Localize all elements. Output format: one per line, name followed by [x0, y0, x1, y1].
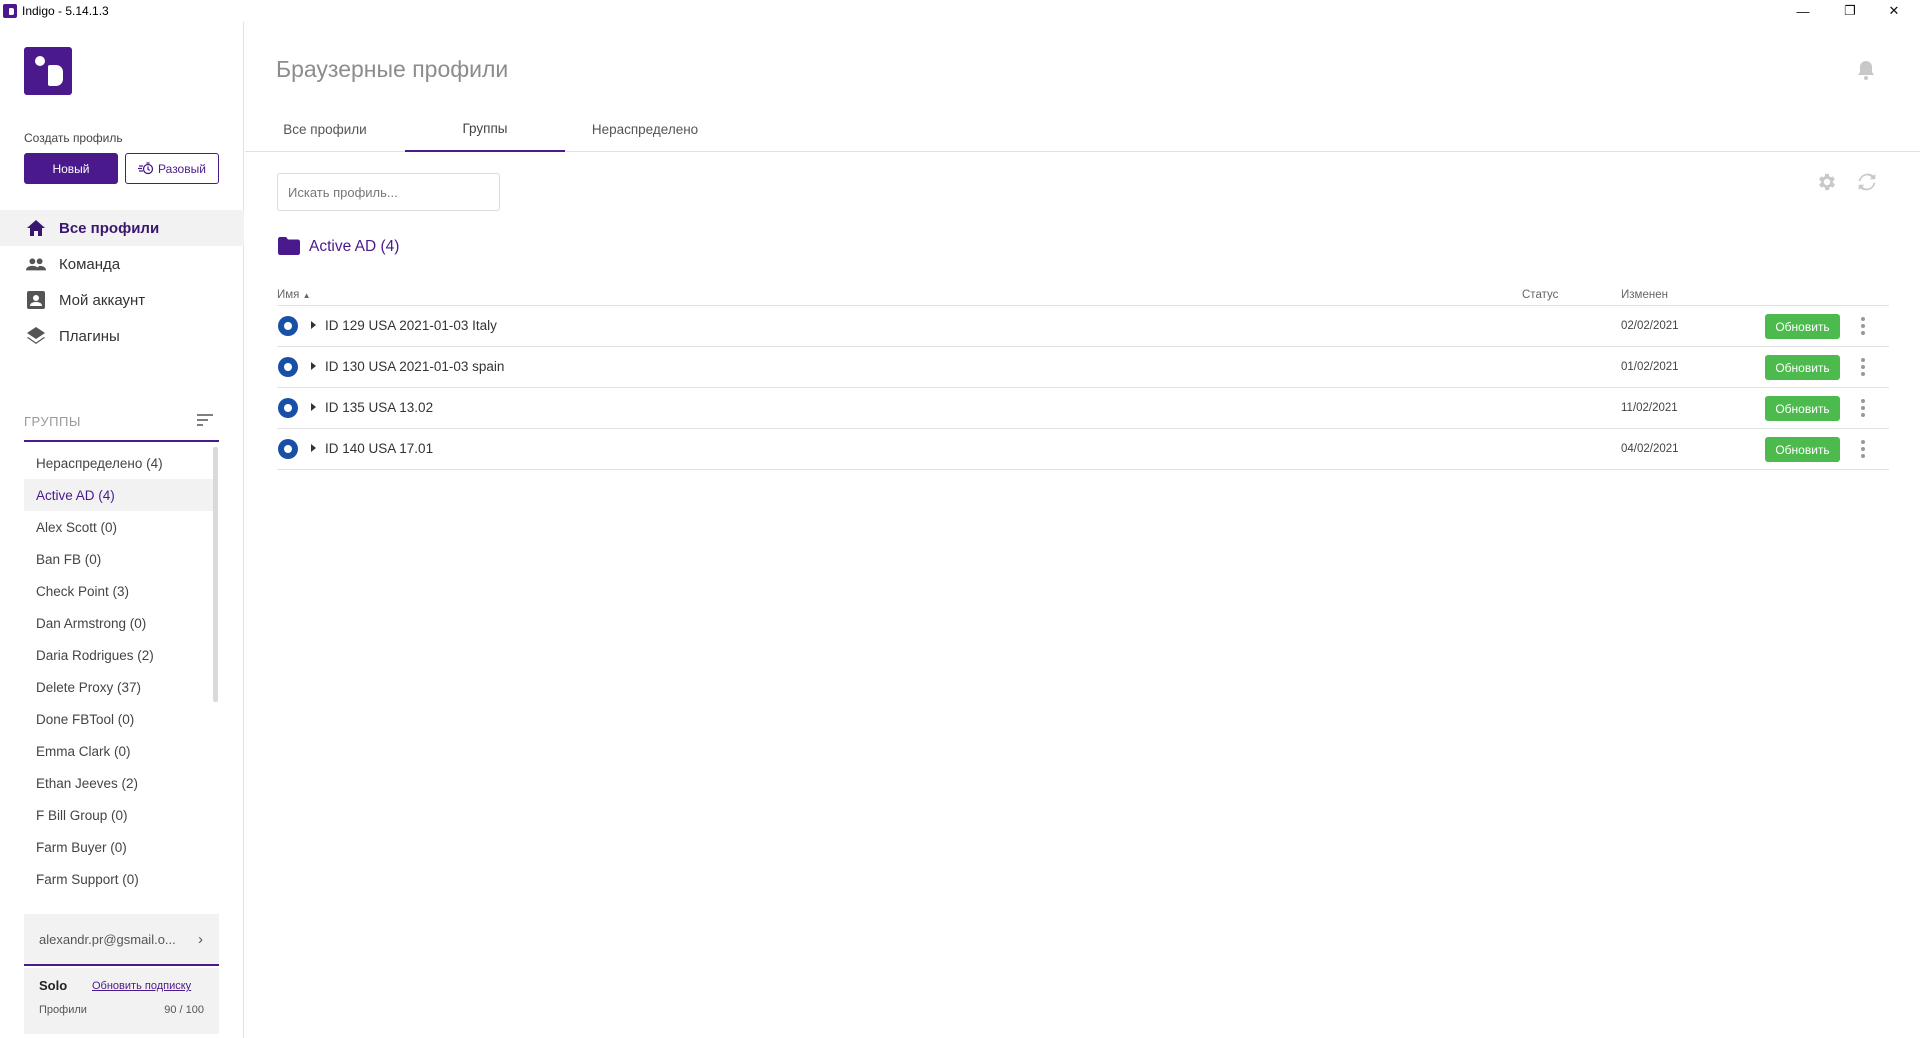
gear-icon[interactable]	[1816, 171, 1838, 193]
tab-all-profiles[interactable]: Все профили	[245, 107, 405, 151]
table-row[interactable]: ID 140 USA 17.01 04/02/2021 Обновить	[277, 429, 1889, 470]
tab-groups[interactable]: Группы	[405, 107, 565, 152]
one-time-label: Разовый	[158, 161, 206, 176]
expand-caret-icon[interactable]	[311, 403, 316, 411]
plan-name: Solo	[39, 978, 68, 993]
minimize-button[interactable]: —	[1782, 0, 1824, 22]
nav-plugins[interactable]: Плагины	[0, 318, 244, 354]
groups-label: ГРУППЫ	[24, 414, 81, 429]
group-item[interactable]: Farm Support (0)	[24, 863, 214, 894]
title-bar: Indigo - 5.14.1.3 — ❐ ✕	[0, 0, 1920, 22]
profile-name: ID 135 USA 13.02	[325, 400, 434, 415]
account-selector[interactable]: alexandr.pr@gsmail.o... ›	[24, 914, 219, 966]
table-row[interactable]: ID 129 USA 2021-01-03 Italy 02/02/2021 Обн…	[277, 306, 1889, 347]
profile-select-radio[interactable]	[278, 316, 298, 336]
expand-caret-icon[interactable]	[311, 444, 316, 452]
tab-bar: Все профили Группы Нераспределено	[245, 107, 1920, 152]
group-item[interactable]: F Bill Group (0)	[24, 799, 214, 831]
update-button[interactable]: Обновить	[1765, 314, 1840, 339]
group-item[interactable]: Dan Armstrong (0)	[24, 607, 214, 639]
column-header-label: Имя	[277, 289, 300, 301]
profile-name: ID 130 USA 2021-01-03 spain	[325, 359, 505, 374]
sidebar: Создать профиль Новый Разовый Все профил…	[0, 22, 244, 1038]
group-item[interactable]: Alex Scott (0)	[24, 511, 214, 543]
profile-name: ID 129 USA 2021-01-03 Italy	[325, 318, 497, 333]
refresh-icon[interactable]	[1856, 171, 1878, 193]
table-row[interactable]: ID 130 USA 2021-01-03 spain 01/02/2021 Обн…	[277, 347, 1889, 388]
bell-icon[interactable]	[1857, 60, 1875, 80]
more-options-icon[interactable]	[1860, 357, 1866, 377]
column-header-name[interactable]: Имя ▲	[277, 289, 311, 301]
team-icon	[26, 254, 46, 274]
more-options-icon[interactable]	[1860, 398, 1866, 418]
app-icon	[3, 4, 17, 18]
one-time-profile-button[interactable]: Разовый	[125, 153, 219, 184]
layers-icon	[26, 326, 46, 346]
restore-button[interactable]: ❐	[1829, 0, 1871, 22]
profile-modified-date: 04/02/2021	[1621, 443, 1679, 455]
profile-select-radio[interactable]	[278, 357, 298, 377]
group-list: Нераспределено (4) Active AD (4) Alex Scot…	[24, 447, 214, 894]
nav-label: Команда	[59, 255, 121, 273]
account-icon	[26, 290, 46, 310]
group-item[interactable]: Ethan Jeeves (2)	[24, 767, 214, 799]
page-title: Браузерные профили	[276, 56, 509, 82]
more-options-icon[interactable]	[1860, 316, 1866, 336]
group-item[interactable]: Delete Proxy (37)	[24, 671, 214, 703]
sort-ascending-icon: ▲	[302, 291, 311, 300]
group-item[interactable]: Нераспределено (4)	[24, 447, 214, 479]
group-item[interactable]: Done FBTool (0)	[24, 703, 214, 735]
chevron-right-icon: ›	[198, 931, 203, 948]
nav-team[interactable]: Команда	[0, 246, 244, 282]
profile-modified-date: 01/02/2021	[1621, 361, 1679, 373]
group-item[interactable]: Emma Clark (0)	[24, 735, 214, 767]
upgrade-subscription-link[interactable]: Обновить подписку	[92, 980, 191, 992]
group-list-scrollbar[interactable]	[213, 447, 218, 702]
create-profile-label: Создать профиль	[24, 131, 123, 145]
new-profile-button[interactable]: Новый	[24, 153, 118, 184]
account-email: alexandr.pr@gsmail.o...	[39, 932, 176, 947]
groups-header: ГРУППЫ	[24, 392, 219, 442]
expand-caret-icon[interactable]	[311, 362, 316, 370]
home-icon	[26, 218, 46, 238]
group-item[interactable]: Ban FB (0)	[24, 543, 214, 575]
update-button[interactable]: Обновить	[1765, 396, 1840, 421]
profile-select-radio[interactable]	[278, 439, 298, 459]
nav-label: Мой аккаунт	[59, 291, 146, 309]
more-options-icon[interactable]	[1860, 439, 1866, 459]
table-row[interactable]: ID 135 USA 13.02 11/02/2021 Обновить	[277, 388, 1889, 429]
column-header-status[interactable]: Статус	[1522, 289, 1558, 301]
tab-unassigned[interactable]: Нераспределено	[565, 107, 725, 151]
profile-modified-date: 11/02/2021	[1621, 402, 1678, 414]
group-item[interactable]: Check Point (3)	[24, 575, 214, 607]
nav-all-profiles[interactable]: Все профили	[0, 210, 244, 246]
window-title: Indigo - 5.14.1.3	[22, 4, 109, 18]
timer-icon	[138, 162, 154, 175]
group-title: Active AD (4)	[309, 238, 400, 255]
search-input[interactable]	[277, 173, 500, 211]
folder-icon	[278, 237, 300, 255]
close-button[interactable]: ✕	[1873, 0, 1915, 22]
group-item[interactable]: Daria Rodrigues (2)	[24, 639, 214, 671]
group-item[interactable]: Active AD (4)	[24, 479, 214, 511]
update-button[interactable]: Обновить	[1765, 355, 1840, 380]
profile-modified-date: 02/02/2021	[1621, 320, 1679, 332]
sort-icon[interactable]	[197, 414, 213, 426]
nav-label: Плагины	[59, 327, 120, 345]
column-header-modified[interactable]: Изменен	[1621, 289, 1668, 301]
profile-name: ID 140 USA 17.01	[325, 441, 434, 456]
update-button[interactable]: Обновить	[1765, 437, 1840, 462]
nav-label: Все профили	[59, 219, 160, 237]
profiles-label: Профили	[39, 1004, 87, 1016]
profile-select-radio[interactable]	[278, 398, 298, 418]
plan-box: Solo Обновить подписку Профили 90 / 100	[24, 968, 219, 1034]
expand-caret-icon[interactable]	[311, 321, 316, 329]
profiles-count: 90 / 100	[164, 1004, 204, 1016]
nav-my-account[interactable]: Мой аккаунт	[0, 282, 244, 318]
group-item[interactable]: Farm Buyer (0)	[24, 831, 214, 863]
indigo-logo	[24, 47, 72, 95]
